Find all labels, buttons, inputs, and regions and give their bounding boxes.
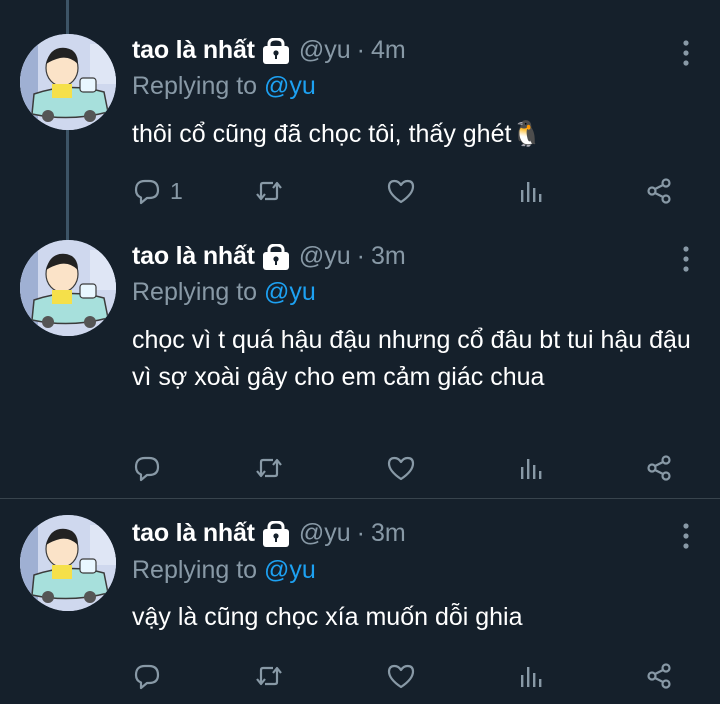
retweet-button[interactable] bbox=[254, 171, 284, 211]
replying-to-label: Replying to bbox=[132, 556, 258, 584]
tweet-header: tao là nhất @yu · 3m bbox=[132, 519, 406, 548]
display-name[interactable]: tao là nhất bbox=[132, 519, 255, 548]
replying-to: Replying to @yu bbox=[132, 278, 316, 307]
reply-icon bbox=[132, 176, 162, 206]
retweet-button[interactable] bbox=[254, 656, 284, 696]
reply-button[interactable] bbox=[132, 656, 162, 696]
replying-to: Replying to @yu bbox=[132, 556, 316, 585]
mention-link[interactable]: @yu bbox=[264, 278, 316, 306]
lock-icon bbox=[261, 244, 291, 270]
separator-dot: · bbox=[356, 519, 365, 547]
replying-to: Replying to @yu bbox=[132, 72, 316, 101]
retweet-icon bbox=[254, 176, 284, 206]
analytics-button[interactable] bbox=[516, 448, 546, 488]
retweet-button[interactable] bbox=[254, 448, 284, 488]
analytics-button[interactable] bbox=[516, 656, 546, 696]
like-button[interactable] bbox=[386, 656, 416, 696]
separator-dot: · bbox=[356, 36, 365, 64]
timestamp[interactable]: 3m bbox=[371, 519, 406, 548]
handle[interactable]: @yu bbox=[299, 519, 351, 548]
share-button[interactable] bbox=[644, 448, 674, 488]
handle[interactable]: @yu bbox=[299, 242, 351, 271]
action-bar bbox=[132, 656, 692, 696]
tweet-text: chọc vì t quá hậu đậu nhưng cổ đâu bt tu… bbox=[132, 326, 691, 391]
share-icon bbox=[644, 661, 674, 691]
reply-button[interactable] bbox=[132, 448, 162, 488]
avatar[interactable] bbox=[20, 240, 116, 336]
analytics-icon bbox=[516, 453, 546, 483]
timestamp[interactable]: 4m bbox=[371, 36, 406, 65]
mention-link[interactable]: @yu bbox=[264, 556, 316, 584]
timestamp[interactable]: 3m bbox=[371, 242, 406, 271]
more-icon[interactable] bbox=[682, 38, 690, 68]
more-icon[interactable] bbox=[682, 244, 690, 274]
tweet-header: tao là nhất @yu · 3m bbox=[132, 242, 406, 271]
lock-icon bbox=[261, 521, 291, 547]
analytics-button[interactable] bbox=[516, 171, 546, 211]
display-name[interactable]: tao là nhất bbox=[132, 242, 255, 271]
analytics-icon bbox=[516, 176, 546, 206]
reply-icon bbox=[132, 661, 162, 691]
replying-to-label: Replying to bbox=[132, 278, 258, 306]
share-button[interactable] bbox=[644, 171, 674, 211]
like-button[interactable] bbox=[386, 171, 416, 211]
reply-button[interactable]: 1 bbox=[132, 171, 183, 211]
reply-count: 1 bbox=[170, 177, 183, 204]
tweet[interactable]: tao là nhất @yu · 4m Replying to @yu thô… bbox=[0, 0, 720, 240]
share-icon bbox=[644, 453, 674, 483]
tweet[interactable]: tao là nhất @yu · 3m Replying to @yu chọ… bbox=[0, 240, 720, 498]
tweet-text: thôi cổ cũng đã chọc tôi, thấy ghét🐧 bbox=[132, 120, 543, 148]
tweet[interactable]: tao là nhất @yu · 3m Replying to @yu vậy… bbox=[0, 499, 720, 704]
more-icon[interactable] bbox=[682, 521, 690, 551]
retweet-icon bbox=[254, 453, 284, 483]
analytics-icon bbox=[516, 661, 546, 691]
tweet-header: tao là nhất @yu · 4m bbox=[132, 36, 406, 65]
share-button[interactable] bbox=[644, 656, 674, 696]
handle[interactable]: @yu bbox=[299, 36, 351, 65]
reply-icon bbox=[132, 453, 162, 483]
action-bar: 1 bbox=[132, 171, 692, 211]
avatar[interactable] bbox=[20, 34, 116, 130]
replying-to-label: Replying to bbox=[132, 72, 258, 100]
tweet-text: vậy là cũng chọc xía muốn dỗi ghia bbox=[132, 603, 523, 631]
share-icon bbox=[644, 176, 674, 206]
like-icon bbox=[386, 453, 416, 483]
like-icon bbox=[386, 661, 416, 691]
lock-icon bbox=[261, 38, 291, 64]
retweet-icon bbox=[254, 661, 284, 691]
separator-dot: · bbox=[356, 242, 365, 270]
like-button[interactable] bbox=[386, 448, 416, 488]
mention-link[interactable]: @yu bbox=[264, 72, 316, 100]
display-name[interactable]: tao là nhất bbox=[132, 36, 255, 65]
like-icon bbox=[386, 176, 416, 206]
action-bar bbox=[132, 448, 692, 488]
avatar[interactable] bbox=[20, 515, 116, 611]
